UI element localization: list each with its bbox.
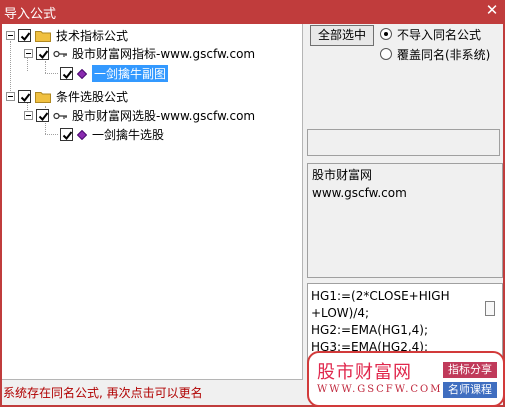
checkmark-icon: [62, 70, 73, 80]
checkmark-icon: [20, 32, 31, 42]
checkbox[interactable]: [60, 67, 73, 80]
checkbox[interactable]: [36, 47, 49, 60]
checkmark-icon: [62, 131, 73, 141]
radio-button[interactable]: [380, 48, 392, 60]
tree-node-label: 一剑擒牛副图: [92, 65, 169, 82]
formula-line: +LOW)/4;: [311, 306, 370, 320]
select-all-button[interactable]: 全部选中: [310, 25, 374, 46]
watermark-title: 股市财富网: [317, 362, 412, 383]
close-icon[interactable]: ✕: [483, 1, 501, 19]
radio-overwrite[interactable]: 覆盖同名(非系统): [380, 46, 490, 62]
checkbox[interactable]: [18, 29, 31, 42]
tree-node-label: 股市财富网选股-www.gscfw.com: [72, 109, 256, 123]
key-icon: [53, 112, 67, 119]
formula-diamond-icon: [77, 68, 87, 79]
tree-guide-line: [45, 134, 58, 135]
key-icon: [53, 50, 67, 57]
tree-node-label: 技术指标公式: [56, 29, 129, 43]
folder-icon: [35, 30, 51, 42]
scrollbar-thumb[interactable]: [485, 301, 495, 316]
formula-line: HG1:=(2*CLOSE+HIGH: [311, 289, 450, 303]
tree-node-gscfw-screening[interactable]: 股市财富网选股-www.gscfw.com: [24, 107, 255, 124]
radio-label: 不导入同名公式: [397, 27, 482, 42]
tree-node-label: 一剑擒牛选股: [92, 128, 165, 142]
watermark-tag: 名师课程: [443, 382, 497, 398]
checkbox[interactable]: [18, 90, 31, 103]
window-title: 导入公式: [4, 7, 57, 22]
tree-guide-line: [45, 73, 58, 74]
radio-label: 覆盖同名(非系统): [397, 47, 491, 62]
description-line: www.gscfw.com: [312, 186, 407, 200]
formula-tree[interactable]: 技术指标公式 股市财富网指标-www.gscfw.com 一剑擒牛副图 条件选股…: [2, 24, 303, 380]
tree-node-technical-indicators[interactable]: 技术指标公式: [6, 27, 128, 44]
folder-icon: [35, 91, 51, 103]
radio-no-import[interactable]: 不导入同名公式: [380, 26, 481, 42]
checkmark-icon: [38, 112, 49, 122]
watermark-logo: 股市财富网 WWW.GSCFW.COM 指标分享 名师课程: [307, 351, 505, 407]
watermark-url: WWW.GSCFW.COM: [317, 384, 443, 395]
description-line: 股市财富网: [312, 168, 373, 182]
checkbox[interactable]: [36, 109, 49, 122]
radio-button[interactable]: [380, 28, 392, 40]
tree-node-label: 条件选股公式: [56, 90, 129, 104]
formula-name-box: [307, 129, 500, 156]
tree-node-condition-screening[interactable]: 条件选股公式: [6, 88, 128, 105]
tree-node-label: 股市财富网指标-www.gscfw.com: [72, 47, 256, 61]
tree-node-yijian-qinniu-futu[interactable]: 一剑擒牛副图: [60, 65, 169, 82]
title-bar: 导入公式 ✕: [0, 0, 505, 22]
tree-collapse-icon[interactable]: [6, 31, 15, 40]
tree-node-gscfw-indicators[interactable]: 股市财富网指标-www.gscfw.com: [24, 45, 255, 62]
checkbox[interactable]: [60, 128, 73, 141]
tree-collapse-icon[interactable]: [24, 49, 33, 58]
tree-collapse-icon[interactable]: [6, 92, 15, 101]
watermark-tag: 指标分享: [443, 362, 497, 378]
tree-guide-line: [45, 61, 46, 73]
formula-line: HG2:=EMA(HG1,4);: [311, 323, 429, 337]
tree-collapse-icon[interactable]: [24, 111, 33, 120]
formula-diamond-icon: [77, 129, 87, 140]
tree-node-yijian-qinniu-xuangu[interactable]: 一剑擒牛选股: [60, 126, 164, 143]
checkmark-icon: [20, 93, 31, 103]
checkmark-icon: [38, 50, 49, 60]
formula-description: 股市财富网 www.gscfw.com: [307, 163, 503, 278]
status-message: 系统存在同名公式, 再次点击可以更名: [3, 386, 203, 400]
